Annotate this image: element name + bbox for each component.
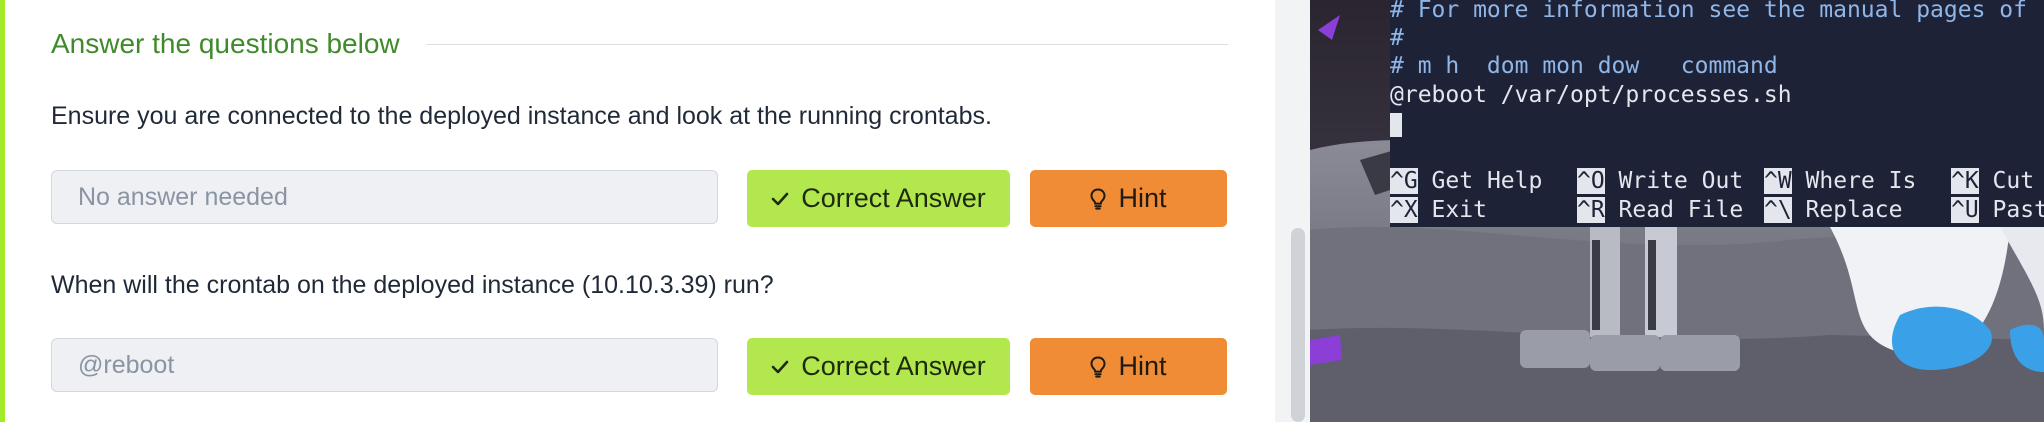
question-2-answer-input[interactable] [51, 338, 718, 392]
nano-shortcut-cut: ^K Cut [1951, 168, 2035, 194]
task-accent-bar [0, 0, 5, 422]
question-1-text: Ensure you are connected to the deployed… [51, 102, 992, 130]
lightbulb-icon [1090, 355, 1106, 378]
nano-terminal[interactable]: # For more information see the manual pa… [1390, 0, 2044, 227]
nano-shortcut-replace: ^\ Replace [1764, 197, 1903, 223]
terminal-line: # For more information see the manual pa… [1390, 0, 2027, 23]
terminal-line: # m h dom mon dow command [1390, 53, 1778, 79]
question-1-hint-button[interactable]: Hint [1030, 170, 1227, 227]
lightbulb-icon [1090, 187, 1106, 210]
section-divider [425, 43, 1228, 45]
question-1-answer-input[interactable] [51, 170, 718, 224]
check-icon [771, 360, 789, 374]
nano-shortcut-get-help: ^G Get Help [1390, 168, 1543, 194]
correct-answer-label: Correct Answer [801, 183, 986, 213]
terminal-line: # [1390, 25, 1404, 51]
check-icon [771, 192, 789, 206]
machine-viewer[interactable]: # For more information see the manual pa… [1310, 0, 2044, 422]
section-header: Answer the questions below [51, 24, 1228, 64]
question-1-correct-answer-button[interactable]: Correct Answer [747, 170, 1010, 227]
nano-shortcut-exit: ^X Exit [1390, 197, 1487, 223]
hint-label: Hint [1118, 351, 1167, 381]
question-2-hint-button[interactable]: Hint [1030, 338, 1227, 395]
hint-label: Hint [1118, 183, 1167, 213]
question-2-text: When will the crontab on the deployed in… [51, 271, 774, 299]
nano-shortcut-where-is: ^W Where Is [1764, 168, 1917, 194]
correct-answer-label: Correct Answer [801, 351, 986, 381]
question-2-correct-answer-button[interactable]: Correct Answer [747, 338, 1010, 395]
section-title: Answer the questions below [51, 28, 400, 59]
nano-shortcut-read-file: ^R Read File [1577, 197, 1744, 223]
task-panel: Answer the questions below Ensure you ar… [0, 0, 1275, 422]
terminal-cursor [1390, 110, 1402, 139]
terminal-line: @reboot /var/opt/processes.sh [1390, 82, 1792, 108]
panel-scrollbar-thumb[interactable] [1291, 228, 1305, 422]
nano-shortcut-write-out: ^O Write Out [1577, 168, 1744, 194]
nano-shortcut-paste: ^U Past [1951, 197, 2044, 223]
